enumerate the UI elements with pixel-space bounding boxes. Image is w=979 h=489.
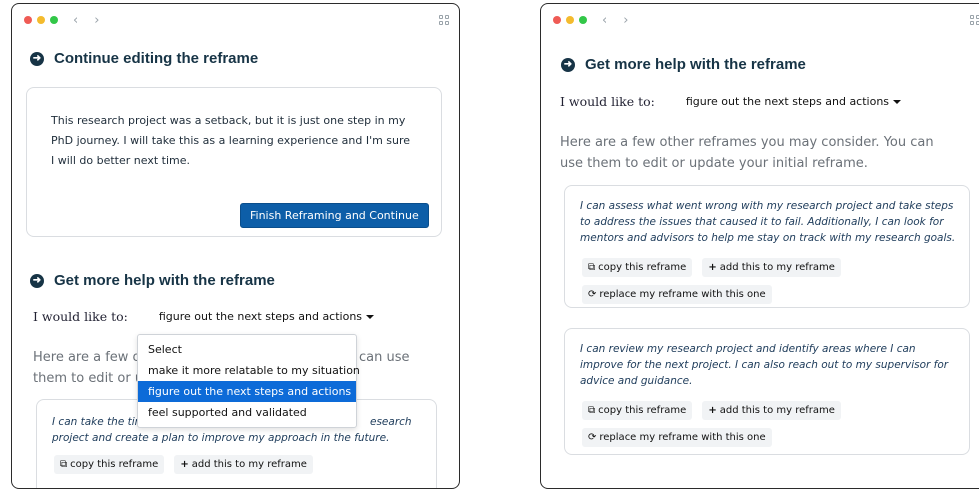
copy-icon: ⧉ [588,262,596,273]
add-reframe-button[interactable]: + add this to my reframe [702,401,841,420]
arrow-right-circle-icon: ➜ [30,51,44,66]
hint-line-1: Here are a few ot [33,350,146,365]
alt-line-1: I can take the tin [52,416,142,428]
help-title: ➜ Get more help with the reframe [30,272,459,289]
add-reframe-button[interactable]: + add this to my reframe [702,258,841,277]
copy-label: copy this reframe [598,262,687,273]
hint-line-2: them to edit or u [33,371,144,386]
copy-icon: ⧉ [588,405,596,416]
alternative-text: I can assess what went wrong with my res… [580,200,956,244]
reframe-card: This research project was a setback, but… [26,87,442,237]
dropdown-option-selected[interactable]: figure out the next steps and actions [138,381,356,402]
left-browser-window: ‹ › ➜ Continue editing the reframe This … [11,3,460,489]
alternative-text: I can review my research project and ide… [580,343,949,387]
close-dot[interactable] [553,16,561,24]
alt-actions: ⧉ copy this reframe + add this to my refra… [54,455,323,474]
help-title: ➜ Get more help with the reframe [561,56,979,73]
minimize-dot[interactable] [566,16,574,24]
replace-reframe-button[interactable]: ⟳ replace my reframe with this one [582,285,772,304]
back-arrow-icon[interactable]: ‹ [73,13,78,28]
replace-reframe-button[interactable]: ⟳ replace my reframe with this one [582,428,772,447]
add-label: add this to my reframe [719,262,835,273]
minimize-dot[interactable] [37,16,45,24]
help-title-text: Get more help with the reframe [585,56,806,73]
dropdown-option[interactable]: make it more relatable to my situation [138,360,360,381]
alt-actions: ⧉ copy this reframe + add this to my refra… [582,401,851,420]
like-row: I would like to: figure out the next ste… [33,305,459,328]
back-arrow-icon[interactable]: ‹ [602,13,607,28]
arrow-right-circle-icon: ➜ [30,273,44,288]
goal-select-value: figure out the next steps and actions [158,310,363,323]
plus-icon: + [180,459,189,470]
dropdown-option[interactable]: Select [138,339,356,360]
hint-text: Here are a few other reframes you may co… [560,135,934,171]
grid-icon[interactable] [439,15,449,25]
help-title-text: Get more help with the reframe [54,272,275,289]
replace-label: replace my reframe with this one [599,289,766,300]
like-label: I would like to: [560,94,655,109]
goal-select[interactable]: figure out the next steps and actions [149,305,384,328]
refresh-icon: ⟳ [588,432,597,443]
maximize-dot[interactable] [579,16,587,24]
alt-line-2: project and create a plan to improve my … [52,432,390,444]
alt-line-1-end: esearch [370,416,412,428]
titlebar: ‹ › [12,4,459,36]
finish-reframing-button[interactable]: Finish Reframing and Continue [240,203,429,228]
caret-down-icon [366,315,375,319]
grid-icon[interactable] [970,15,979,25]
copy-label: copy this reframe [70,459,159,470]
maximize-dot[interactable] [50,16,58,24]
arrow-right-circle-icon: ➜ [561,57,575,72]
goal-select[interactable]: figure out the next steps and actions [676,90,911,113]
alternative-card-1: I can assess what went wrong with my res… [564,185,970,308]
plus-icon: + [708,262,717,273]
copy-label: copy this reframe [598,405,687,416]
close-dot[interactable] [24,16,32,24]
reframe-text[interactable]: This research project was a setback, but… [51,111,411,171]
dropdown-option[interactable]: feel supported and validated [138,402,356,423]
add-label: add this to my reframe [191,459,307,470]
caret-down-icon [893,100,902,104]
alt-actions-2: ⟳ replace my reframe with this one [582,425,782,447]
like-label: I would like to: [33,309,128,324]
replace-label: replace my reframe with this one [599,432,766,443]
forward-arrow-icon[interactable]: › [94,13,99,28]
forward-arrow-icon[interactable]: › [623,13,628,28]
hint-line-1-end: can use [359,350,410,365]
copy-reframe-button[interactable]: ⧉ copy this reframe [54,455,165,474]
goal-dropdown-menu: Select make it more relatable to my situ… [137,334,360,428]
copy-reframe-button[interactable]: ⧉ copy this reframe [582,401,693,420]
alt-actions: ⧉ copy this reframe + add this to my refra… [582,258,851,277]
add-label: add this to my reframe [719,405,835,416]
add-reframe-button[interactable]: + add this to my reframe [174,455,313,474]
continue-title-text: Continue editing the reframe [54,50,259,67]
right-browser-window: ‹ › ➜ Get more help with the reframe I w… [540,3,979,489]
alternative-card-2: I can review my research project and ide… [564,328,970,455]
like-row: I would like to: figure out the next ste… [560,90,979,113]
refresh-icon: ⟳ [588,289,597,300]
alt-actions-2: ⟳ replace my reframe with this one [582,282,782,304]
copy-icon: ⧉ [60,459,68,470]
goal-select-value: figure out the next steps and actions [685,95,890,108]
hint-text: Here are a few ot can use them to edit or… [33,347,410,389]
titlebar: ‹ › [541,4,979,36]
plus-icon: + [708,405,717,416]
continue-title: ➜ Continue editing the reframe [30,50,459,67]
copy-reframe-button[interactable]: ⧉ copy this reframe [582,258,693,277]
